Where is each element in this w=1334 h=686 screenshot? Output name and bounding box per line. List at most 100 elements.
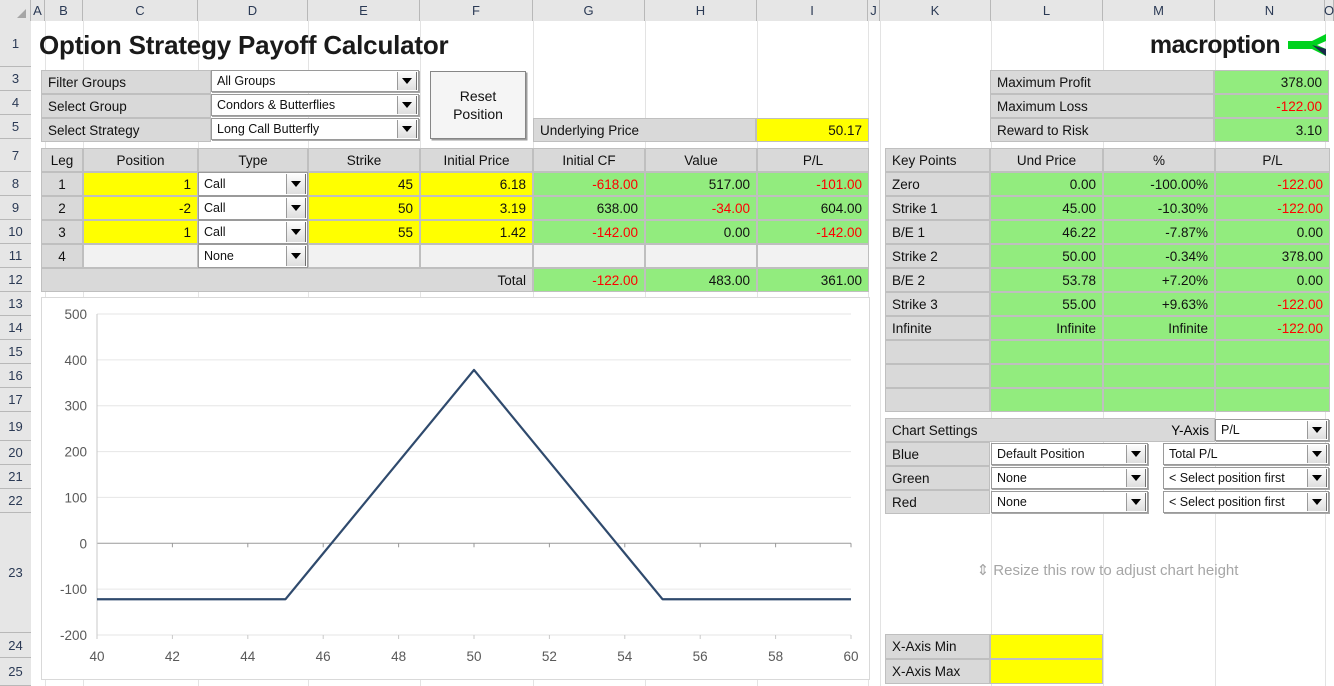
row-header-7[interactable]: 7 <box>0 139 31 172</box>
leg-type-value-3: None <box>204 249 234 263</box>
column-header-k[interactable]: K <box>880 0 991 21</box>
svg-text:500: 500 <box>64 307 87 322</box>
select-group-dropdown[interactable]: Condors & Butterflies <box>211 94 419 116</box>
column-header-b[interactable]: B <box>45 0 83 21</box>
select-all-corner[interactable] <box>0 0 31 21</box>
chevron-down-icon[interactable] <box>1126 493 1146 511</box>
leg-position-1[interactable]: -2 <box>83 196 198 220</box>
chevron-down-icon[interactable] <box>1126 469 1146 487</box>
row-header-11[interactable]: 11 <box>0 244 31 268</box>
column-header-f[interactable]: F <box>420 0 533 21</box>
keypoints-header-2: % <box>1103 148 1215 172</box>
row-header-14[interactable]: 14 <box>0 316 31 340</box>
leg-position-3[interactable] <box>83 244 198 268</box>
row-header-8[interactable]: 8 <box>0 172 31 196</box>
chevron-down-icon[interactable] <box>286 174 306 194</box>
leg-strike-3[interactable] <box>308 244 420 268</box>
keypoint-und-price-7 <box>990 340 1103 364</box>
leg-initial-price-2[interactable]: 1.42 <box>420 220 533 244</box>
reset-position-button[interactable]: Reset Position <box>430 71 526 139</box>
filter-groups-dropdown[interactable]: All Groups <box>211 70 419 92</box>
column-header-m[interactable]: M <box>1103 0 1215 21</box>
column-header-c[interactable]: C <box>83 0 198 21</box>
row-header-9[interactable]: 9 <box>0 196 31 220</box>
x-axis-max-input[interactable] <box>990 659 1103 684</box>
select-strategy-value: Long Call Butterfly <box>217 122 320 136</box>
row-header-25[interactable]: 25 <box>0 658 31 686</box>
chevron-down-icon[interactable] <box>1307 445 1327 463</box>
leg-type-dropdown-3[interactable]: None <box>198 244 308 268</box>
leg-initial-price-0[interactable]: 6.18 <box>420 172 533 196</box>
row-header-22[interactable]: 22 <box>0 489 31 513</box>
column-header-h[interactable]: H <box>645 0 757 21</box>
keypoint-pct-9 <box>1103 388 1215 412</box>
chevron-down-icon[interactable] <box>286 198 306 218</box>
row-header-19[interactable]: 19 <box>0 412 31 441</box>
chevron-down-icon[interactable] <box>286 222 306 242</box>
leg-position-0[interactable]: 1 <box>83 172 198 196</box>
series-metric-dropdown-1[interactable]: < Select position first <box>1163 467 1329 489</box>
series-metric-dropdown-2[interactable]: < Select position first <box>1163 491 1329 513</box>
column-header-j[interactable]: J <box>868 0 880 21</box>
underlying-price-input[interactable]: 50.17 <box>756 118 869 142</box>
leg-initial-cf-2: -142.00 <box>533 220 645 244</box>
keypoint-name-0: Zero <box>885 172 990 196</box>
chevron-down-icon[interactable] <box>1307 469 1327 487</box>
row-header-24[interactable]: 24 <box>0 633 31 658</box>
row-header-5[interactable]: 5 <box>0 115 31 139</box>
keypoint-und-price-3: 50.00 <box>990 244 1103 268</box>
row-header-10[interactable]: 10 <box>0 220 31 244</box>
chevron-down-icon[interactable] <box>397 120 417 138</box>
x-axis-min-input[interactable] <box>990 634 1103 659</box>
row-header-4[interactable]: 4 <box>0 91 31 115</box>
chevron-down-icon[interactable] <box>1307 493 1327 511</box>
leg-position-2[interactable]: 1 <box>83 220 198 244</box>
leg-type-dropdown-2[interactable]: Call <box>198 220 308 244</box>
legs-total-initial-cf: -122.00 <box>533 268 645 292</box>
x-axis-max-label: X-Axis Max <box>885 659 990 684</box>
column-header-i[interactable]: I <box>757 0 868 21</box>
svg-text:300: 300 <box>64 399 87 414</box>
leg-initial-price-3[interactable] <box>420 244 533 268</box>
series-position-dropdown-2[interactable]: None <box>991 491 1148 513</box>
leg-number-1: 2 <box>41 196 83 220</box>
column-header-e[interactable]: E <box>308 0 420 21</box>
summary-value-0: 378.00 <box>1214 70 1329 94</box>
svg-text:54: 54 <box>617 649 633 664</box>
row-header-17[interactable]: 17 <box>0 388 31 412</box>
leg-type-dropdown-1[interactable]: Call <box>198 196 308 220</box>
column-header-o[interactable]: O <box>1324 0 1334 21</box>
column-header-a[interactable]: A <box>31 0 45 21</box>
series-position-dropdown-1[interactable]: None <box>991 467 1148 489</box>
chevron-down-icon[interactable] <box>1126 445 1146 463</box>
row-header-15[interactable]: 15 <box>0 340 31 364</box>
leg-strike-1[interactable]: 50 <box>308 196 420 220</box>
leg-type-dropdown-0[interactable]: Call <box>198 172 308 196</box>
chevron-down-icon[interactable] <box>286 246 306 266</box>
leg-initial-price-1[interactable]: 3.19 <box>420 196 533 220</box>
row-header-3[interactable]: 3 <box>0 67 31 91</box>
column-header-g[interactable]: G <box>533 0 645 21</box>
series-metric-dropdown-0[interactable]: Total P/L <box>1163 443 1329 465</box>
row-header-12[interactable]: 12 <box>0 268 31 292</box>
row-header-13[interactable]: 13 <box>0 292 31 316</box>
legs-total-label: Total <box>41 268 533 292</box>
row-header-21[interactable]: 21 <box>0 465 31 489</box>
y-axis-dropdown[interactable]: P/L <box>1215 419 1329 441</box>
row-header-1[interactable]: 1 <box>0 21 31 67</box>
series-metric-value-2: < Select position first <box>1169 495 1285 509</box>
column-header-d[interactable]: D <box>198 0 308 21</box>
keypoint-pct-4: +7.20% <box>1103 268 1215 292</box>
chevron-down-icon[interactable] <box>397 72 417 90</box>
column-header-n[interactable]: N <box>1215 0 1325 21</box>
row-header-20[interactable]: 20 <box>0 441 31 465</box>
chevron-down-icon[interactable] <box>1307 421 1327 439</box>
series-position-dropdown-0[interactable]: Default Position <box>991 443 1148 465</box>
leg-strike-0[interactable]: 45 <box>308 172 420 196</box>
select-strategy-dropdown[interactable]: Long Call Butterfly <box>211 118 419 140</box>
column-header-l[interactable]: L <box>991 0 1103 21</box>
chevron-down-icon[interactable] <box>397 96 417 114</box>
row-header-23[interactable]: 23 <box>0 513 31 633</box>
leg-strike-2[interactable]: 55 <box>308 220 420 244</box>
row-header-16[interactable]: 16 <box>0 364 31 388</box>
